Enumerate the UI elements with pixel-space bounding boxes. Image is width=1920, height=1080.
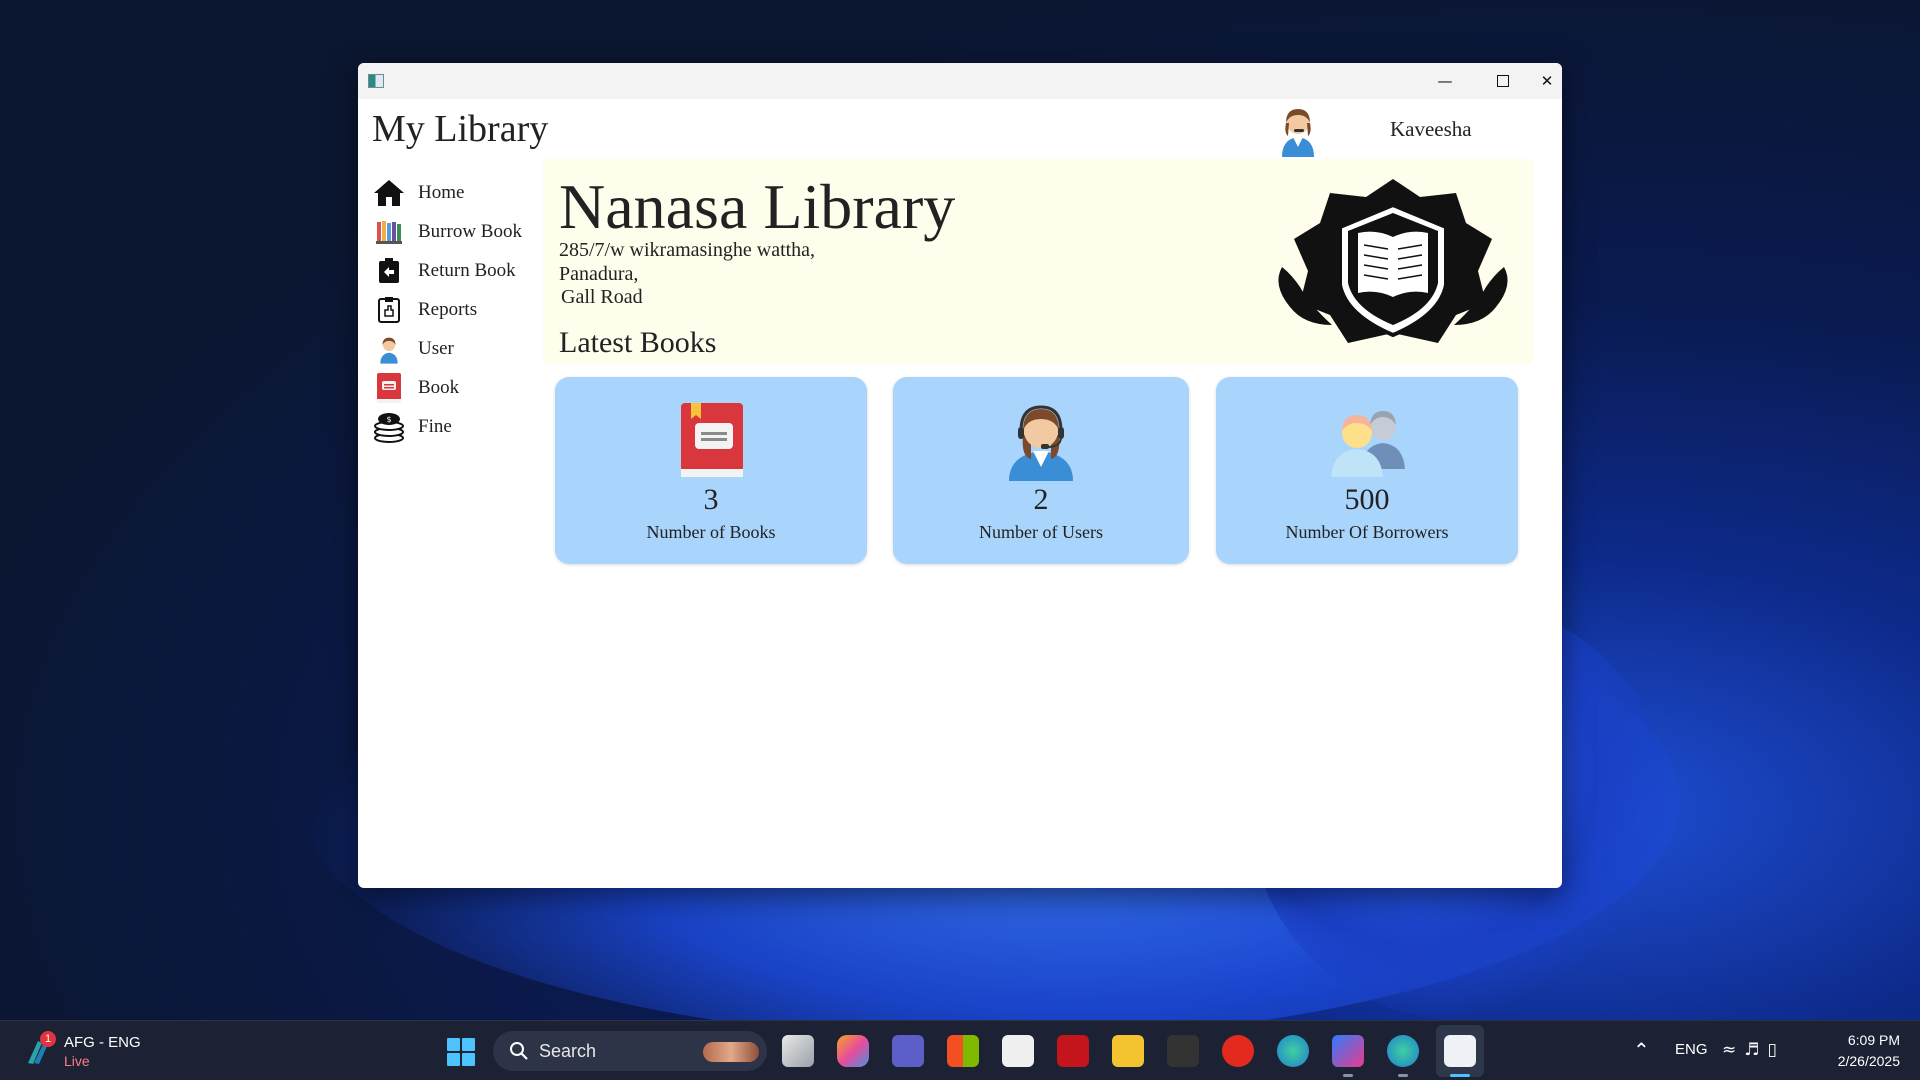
edge-dev-icon[interactable]	[1387, 1035, 1419, 1067]
section-title: Latest Books	[559, 326, 717, 359]
return-book-icon	[372, 254, 406, 288]
minimize-icon: —	[1437, 72, 1453, 90]
wps-office-icon[interactable]	[1222, 1035, 1254, 1067]
close-icon: ✕	[1540, 72, 1554, 90]
coins-icon: $	[372, 410, 406, 444]
sidebar-item-label: Return Book	[418, 259, 516, 281]
file-explorer-icon[interactable]	[1112, 1035, 1144, 1067]
borrowers-count: 500	[1344, 483, 1390, 516]
sidebar-item-home[interactable]: Home	[372, 173, 542, 212]
books-count-card[interactable]: 3 Number of Books	[555, 377, 867, 564]
clock-date: 2/26/2025	[1837, 1053, 1900, 1069]
book-icon	[681, 403, 743, 477]
users-count-label: Number of Users	[979, 522, 1103, 542]
user-avatar-icon[interactable]	[1274, 103, 1322, 157]
sidebar-item-burrow-book[interactable]: Burrow Book	[372, 212, 542, 251]
sidebar-item-reports[interactable]: Reports	[372, 290, 542, 329]
copilot-icon[interactable]	[837, 1035, 869, 1067]
address-line-1: 285/7/w wikramasinghe wattha,	[559, 239, 816, 261]
app-window-icon	[368, 74, 384, 88]
wifi-icon: ≈	[1722, 1040, 1745, 1060]
search-placeholder: Search	[539, 1041, 597, 1061]
clock[interactable]: 6:09 PM 2/26/2025	[1820, 1030, 1900, 1072]
weather-title: AFG - ENG	[64, 1034, 141, 1051]
intellij-icon[interactable]	[1057, 1035, 1089, 1067]
user-name[interactable]: Kaveesha	[1390, 117, 1472, 142]
borrowers-count-label: Number Of Borrowers	[1285, 522, 1449, 542]
battery-icon: ▯	[1767, 1040, 1785, 1060]
taskbar-search[interactable]: Search	[493, 1031, 767, 1071]
address-line-2: Panadura,	[559, 263, 639, 285]
sidebar-item-label: Home	[418, 181, 465, 203]
language-indicator[interactable]: ENG	[1675, 1041, 1708, 1058]
app-running-indicator	[1343, 1074, 1353, 1077]
user-icon	[372, 332, 406, 366]
sidebar-item-user[interactable]: User	[372, 329, 542, 368]
minimize-button[interactable]: —	[1416, 63, 1474, 99]
sidebar-item-return-book[interactable]: Return Book	[372, 251, 542, 290]
users-group-icon	[1331, 411, 1405, 477]
search-icon	[510, 1042, 528, 1060]
app-title: My Library	[372, 108, 549, 150]
java-app-icon[interactable]	[1444, 1035, 1476, 1067]
windows-logo-icon	[462, 1053, 475, 1066]
library-name: Nanasa Library	[559, 171, 956, 242]
taskbar: 1 AFG - ENG Live Search ⌃ ENG ≈♬▯ 6:09 P…	[0, 1020, 1920, 1080]
users-count-card[interactable]: 2 Number of Users	[893, 377, 1189, 564]
sidebar-item-label: User	[418, 337, 454, 359]
weather-widget[interactable]: 1 AFG - ENG Live	[24, 1031, 154, 1071]
address-line-3: Gall Road	[561, 286, 643, 308]
maximize-button[interactable]	[1474, 63, 1532, 99]
sidebar-item-label: Burrow Book	[418, 220, 522, 242]
sublime-icon[interactable]	[1167, 1035, 1199, 1067]
home-icon	[372, 176, 406, 210]
jetbrains-icon[interactable]	[1332, 1035, 1364, 1067]
reports-icon	[372, 293, 406, 327]
chevron-up-icon[interactable]: ⌃	[1633, 1038, 1650, 1062]
sidebar-item-label: Reports	[418, 298, 478, 320]
app-active-indicator	[1450, 1074, 1470, 1077]
windows-logo-icon	[447, 1038, 460, 1051]
notification-badge: 1	[40, 1031, 56, 1047]
search-highlight-image	[703, 1042, 759, 1062]
sidebar: Home Burrow Book Return Book Reports Use…	[372, 173, 542, 446]
support-agent-icon	[1009, 405, 1073, 481]
books-count: 3	[703, 483, 719, 516]
windows-logo-icon	[462, 1038, 475, 1051]
volume-icon: ♬	[1744, 1040, 1768, 1060]
edge-icon[interactable]	[1277, 1035, 1309, 1067]
books-icon	[372, 215, 406, 249]
borrowers-count-card[interactable]: 500 Number Of Borrowers	[1216, 377, 1518, 564]
windows-logo-icon	[447, 1053, 460, 1066]
sidebar-item-book[interactable]: Book	[372, 368, 542, 407]
app-window: — ✕ My Library Kaveesha Home Burrow Book…	[358, 63, 1562, 888]
photos-icon[interactable]	[1002, 1035, 1034, 1067]
store-icon[interactable]	[947, 1035, 979, 1067]
svg-text:$: $	[386, 415, 391, 424]
title-bar[interactable]: — ✕	[358, 63, 1562, 99]
users-count: 2	[1033, 483, 1049, 516]
library-banner: Nanasa Library 285/7/w wikramasinghe wat…	[543, 159, 1533, 364]
app-running-indicator	[1398, 1074, 1408, 1077]
weather-subtitle: Live	[64, 1053, 90, 1069]
task-view-icon[interactable]	[782, 1035, 814, 1067]
clock-time: 6:09 PM	[1847, 1032, 1900, 1048]
system-tray[interactable]: ≈♬▯	[1722, 1040, 1785, 1060]
sidebar-item-fine[interactable]: $ Fine	[372, 407, 542, 446]
sidebar-item-label: Fine	[418, 415, 452, 437]
maximize-icon	[1497, 75, 1509, 87]
library-crest-logo	[1278, 179, 1508, 343]
close-button[interactable]: ✕	[1532, 63, 1562, 99]
books-count-label: Number of Books	[646, 522, 776, 542]
sidebar-item-label: Book	[418, 376, 460, 398]
teams-icon[interactable]	[892, 1035, 924, 1067]
book-icon	[372, 371, 406, 405]
start-button[interactable]	[447, 1038, 475, 1066]
